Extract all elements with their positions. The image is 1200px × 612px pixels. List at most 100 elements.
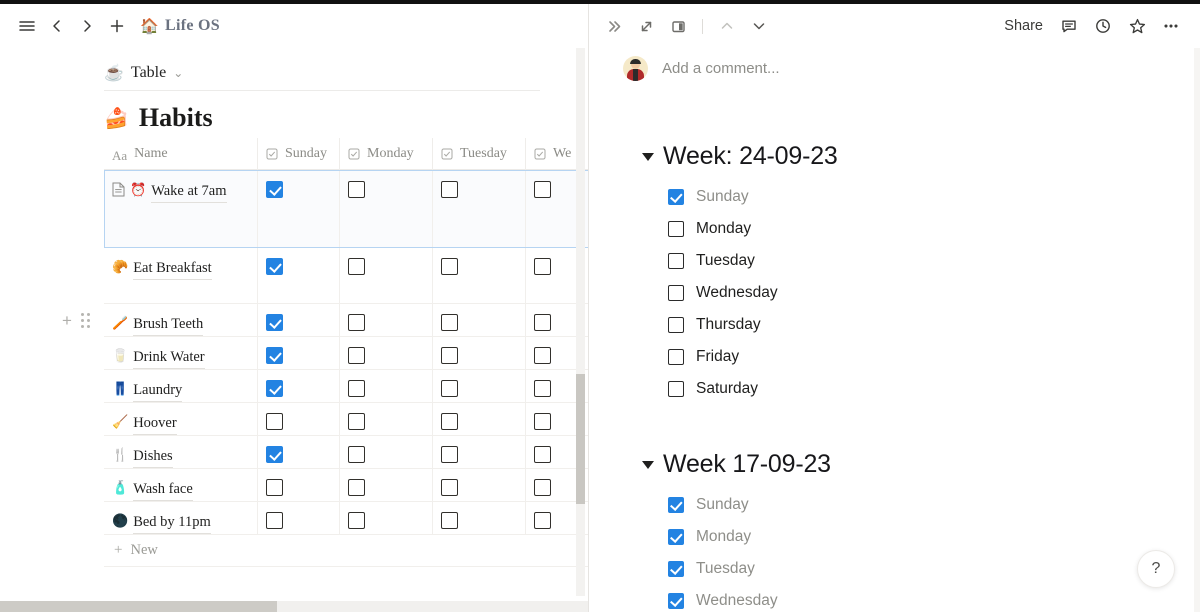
checkbox-sunday[interactable] <box>266 413 283 430</box>
checkbox-sunday[interactable] <box>266 512 283 529</box>
checkbox-sunday[interactable] <box>266 347 283 364</box>
checkbox-monday[interactable] <box>348 380 365 397</box>
checkbox-monday[interactable] <box>348 181 365 198</box>
week-day-item[interactable]: Sunday <box>589 489 1200 521</box>
cell-tuesday[interactable] <box>433 304 526 336</box>
checkbox-monday[interactable] <box>348 512 365 529</box>
cell-monday[interactable] <box>340 502 433 534</box>
checkbox-sunday[interactable] <box>266 181 283 198</box>
checkbox-wednesday[interactable] <box>668 285 684 301</box>
table-row[interactable]: 🪥Brush Teeth <box>104 304 588 337</box>
week-day-item[interactable]: Friday <box>589 341 1200 373</box>
checkbox-tuesday[interactable] <box>441 380 458 397</box>
week-day-item[interactable]: Saturday <box>589 373 1200 405</box>
view-tab-table[interactable]: ☕ Table ⌄ <box>104 63 183 83</box>
help-button[interactable]: ? <box>1137 550 1175 588</box>
checkbox-wednesday[interactable] <box>534 380 551 397</box>
week-day-item[interactable]: Monday <box>589 521 1200 553</box>
previous-page-icon[interactable] <box>712 11 742 41</box>
cell-tuesday[interactable] <box>433 502 526 534</box>
week-header[interactable]: Week: 24-09-23 <box>589 142 1200 171</box>
horizontal-scrollbar-thumb[interactable] <box>0 601 277 612</box>
checkbox-tuesday[interactable] <box>441 181 458 198</box>
cell-monday[interactable] <box>340 171 433 247</box>
checkbox-sunday[interactable] <box>266 479 283 496</box>
checkbox-wednesday[interactable] <box>534 258 551 275</box>
table-row[interactable]: 🧹Hoover <box>104 403 588 436</box>
checkbox-wednesday[interactable] <box>534 512 551 529</box>
checkbox-tuesday[interactable] <box>441 413 458 430</box>
toggle-triangle-icon[interactable] <box>642 153 654 161</box>
add-row-button[interactable]: + <box>62 312 72 329</box>
cell-monday[interactable] <box>340 403 433 435</box>
checkbox-monday[interactable] <box>348 314 365 331</box>
checkbox-wednesday[interactable] <box>534 413 551 430</box>
collapse-panel-icon[interactable] <box>599 11 629 41</box>
checkbox-wednesday[interactable] <box>534 479 551 496</box>
cell-tuesday[interactable] <box>433 171 526 247</box>
next-page-icon[interactable] <box>744 11 774 41</box>
favorite-icon[interactable] <box>1122 11 1152 41</box>
checkbox-sunday[interactable] <box>668 189 684 205</box>
checkbox-sunday[interactable] <box>668 497 684 513</box>
cell-name[interactable]: 👖Laundry <box>104 370 258 402</box>
table-row[interactable]: 🌑Bed by 11pm <box>104 502 588 535</box>
cell-sunday[interactable] <box>258 403 340 435</box>
week-day-item[interactable]: Wednesday <box>589 277 1200 309</box>
toggle-triangle-icon[interactable] <box>642 461 654 469</box>
checkbox-sunday[interactable] <box>266 258 283 275</box>
checkbox-monday[interactable] <box>668 221 684 237</box>
table-row[interactable]: 🍴Dishes <box>104 436 588 469</box>
checkbox-tuesday[interactable] <box>441 446 458 463</box>
cell-sunday[interactable] <box>258 304 340 336</box>
cell-name[interactable]: ⏰Wake at 7am <box>104 171 258 247</box>
cell-monday[interactable] <box>340 469 433 501</box>
cell-name[interactable]: 🪥Brush Teeth <box>104 304 258 336</box>
checkbox-tuesday[interactable] <box>668 561 684 577</box>
week-day-item[interactable]: Tuesday <box>589 553 1200 585</box>
forward-icon[interactable] <box>72 11 102 41</box>
cell-sunday[interactable] <box>258 171 340 247</box>
checkbox-monday[interactable] <box>348 258 365 275</box>
comment-input-placeholder[interactable]: Add a comment... <box>662 60 780 77</box>
table-row[interactable]: 👖Laundry <box>104 370 588 403</box>
cell-name[interactable]: 🧴Wash face <box>104 469 258 501</box>
table-row[interactable]: 🥛Drink Water <box>104 337 588 370</box>
cell-name[interactable]: 🥐Eat Breakfast <box>104 248 258 303</box>
back-icon[interactable] <box>42 11 72 41</box>
checkbox-wednesday[interactable] <box>668 593 684 609</box>
checkbox-monday[interactable] <box>348 413 365 430</box>
column-header-monday[interactable]: Monday <box>340 138 433 170</box>
table-row[interactable]: 🥐Eat Breakfast <box>104 248 588 304</box>
share-button[interactable]: Share <box>997 13 1050 39</box>
checkbox-sunday[interactable] <box>266 314 283 331</box>
chevron-down-icon[interactable]: ⌄ <box>173 66 183 81</box>
cell-sunday[interactable] <box>258 502 340 534</box>
cell-name[interactable]: 🥛Drink Water <box>104 337 258 369</box>
cell-monday[interactable] <box>340 304 433 336</box>
cell-sunday[interactable] <box>258 248 340 303</box>
checkbox-tuesday[interactable] <box>668 253 684 269</box>
checkbox-thursday[interactable] <box>668 317 684 333</box>
checkbox-tuesday[interactable] <box>441 258 458 275</box>
checkbox-tuesday[interactable] <box>441 314 458 331</box>
updates-icon[interactable] <box>1088 11 1118 41</box>
cell-sunday[interactable] <box>258 436 340 468</box>
table-row[interactable]: 🧴Wash face <box>104 469 588 502</box>
right-scrollbar-track[interactable] <box>1194 48 1200 612</box>
cell-monday[interactable] <box>340 337 433 369</box>
cell-monday[interactable] <box>340 436 433 468</box>
menu-icon[interactable] <box>12 11 42 41</box>
week-day-item[interactable]: Wednesday <box>589 585 1200 612</box>
week-day-item[interactable]: Tuesday <box>589 245 1200 277</box>
checkbox-wednesday[interactable] <box>534 347 551 364</box>
cell-name[interactable]: 🧹Hoover <box>104 403 258 435</box>
column-header-sunday[interactable]: Sunday <box>258 138 340 170</box>
week-day-item[interactable]: Thursday <box>589 309 1200 341</box>
week-header[interactable]: Week 17-09-23 <box>589 450 1200 479</box>
new-row-button[interactable]: + New <box>104 535 588 567</box>
comments-icon[interactable] <box>1054 11 1084 41</box>
cell-tuesday[interactable] <box>433 436 526 468</box>
checkbox-saturday[interactable] <box>668 381 684 397</box>
checkbox-monday[interactable] <box>348 347 365 364</box>
